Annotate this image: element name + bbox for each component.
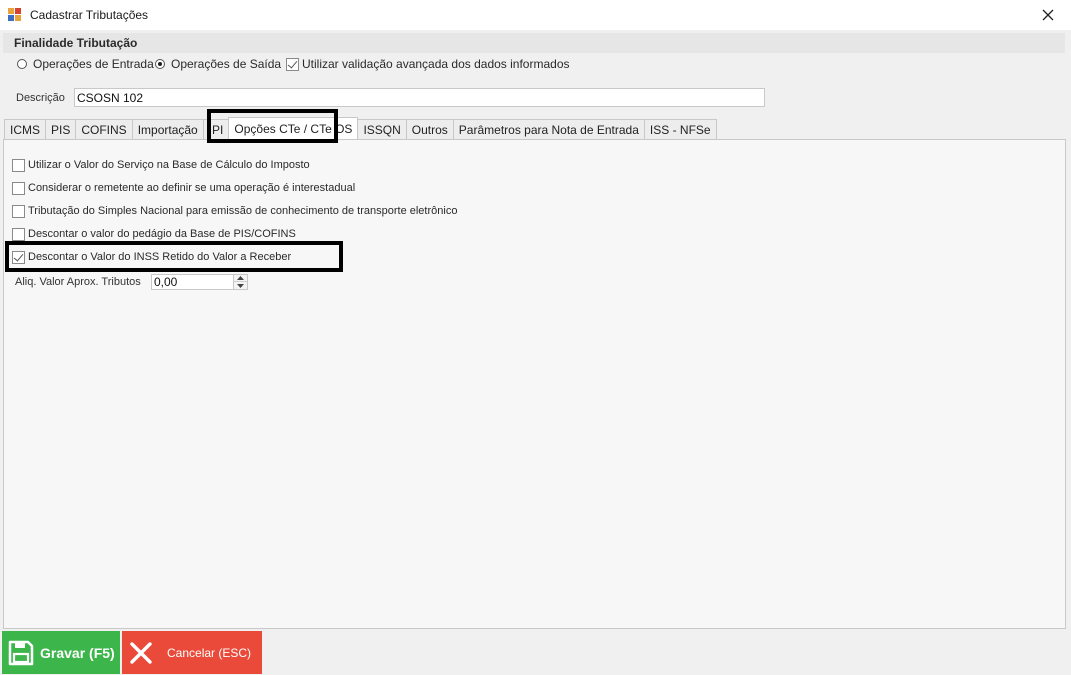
label-pedagio-pis-cofins: Descontar o valor do pedágio da Base de … (28, 228, 296, 240)
option-remetente-interestadual[interactable]: Considerar o remetente ao definir se uma… (12, 180, 355, 196)
radio-button-saida[interactable] (155, 59, 165, 69)
tab-iss-nfse[interactable]: ISS - NFSe (643, 119, 717, 139)
label-inss-retido: Descontar o Valor do INSS Retido do Valo… (28, 251, 292, 263)
descricao-input[interactable] (74, 88, 765, 107)
tab-pis[interactable]: PIS (45, 119, 77, 139)
x-icon (130, 641, 152, 664)
checkbox-inss-retido[interactable] (12, 250, 25, 264)
window-title: Cadastrar Tributações (30, 8, 149, 22)
checkbox-remetente-interestadual[interactable] (12, 181, 25, 195)
aliq-stepper (151, 274, 248, 290)
radio-operacoes-entrada[interactable]: Operações de Entrada (17, 57, 154, 71)
radio-label-entrada: Operações de Entrada (33, 57, 154, 71)
tab-opcoes-cte[interactable]: Opções CTe / CTe OS (228, 117, 359, 139)
arrow-up-icon (237, 276, 244, 280)
validacao-avancada-checkbox[interactable] (286, 57, 299, 71)
app-form-icon (8, 8, 22, 22)
cancel-button-label: Cancelar (ESC) (167, 645, 252, 660)
save-button-label: Gravar (F5) (40, 644, 115, 661)
tab-icms[interactable]: ICMS (4, 119, 46, 139)
option-inss-retido[interactable]: Descontar o Valor do INSS Retido do Valo… (12, 249, 291, 265)
label-valor-servico: Utilizar o Valor do Serviço na Base de C… (28, 159, 310, 171)
close-icon (1042, 9, 1054, 21)
aliq-input[interactable] (154, 275, 234, 289)
checkbox-simples-nacional[interactable] (12, 204, 25, 218)
option-pedagio-pis-cofins[interactable]: Descontar o valor do pedágio da Base de … (12, 226, 296, 242)
radio-operacoes-saida[interactable]: Operações de Saída (155, 57, 281, 71)
tab-issqn[interactable]: ISSQN (357, 119, 407, 139)
finalidade-title: Finalidade Tributação (14, 36, 138, 50)
save-button[interactable]: Gravar (F5) (2, 631, 120, 674)
tab-ipi[interactable]: IPI (202, 119, 230, 139)
tab-outros[interactable]: Outros (405, 119, 454, 139)
finalidade-header: Finalidade Tributação (3, 33, 1065, 53)
aliq-spinner (233, 275, 247, 289)
descricao-label: Descrição (16, 92, 65, 104)
option-simples-nacional[interactable]: Tributação do Simples Nacional para emis… (12, 203, 457, 219)
radio-button-entrada[interactable] (17, 59, 27, 69)
validacao-avancada-label: Utilizar validação avançada dos dados in… (302, 57, 570, 71)
validacao-avancada-option[interactable]: Utilizar validação avançada dos dados in… (286, 57, 570, 71)
tab-strip: ICMS PIS COFINS Importação IPI Opções CT… (4, 117, 717, 139)
checkbox-pedagio-pis-cofins[interactable] (12, 227, 25, 241)
tab-parametros-nota-entrada[interactable]: Parâmetros para Nota de Entrada (452, 119, 645, 139)
tab-cofins[interactable]: COFINS (75, 119, 133, 139)
radio-label-saida: Operações de Saída (171, 57, 282, 71)
close-button[interactable] (1025, 0, 1071, 30)
option-valor-servico[interactable]: Utilizar o Valor do Serviço na Base de C… (12, 157, 310, 173)
aliq-label: Aliq. Valor Aprox. Tributos (15, 276, 141, 288)
floppy-disk-icon (8, 640, 34, 665)
arrow-down-icon (237, 283, 244, 288)
spin-down-button[interactable] (234, 282, 247, 289)
checkbox-valor-servico[interactable] (12, 158, 25, 172)
label-simples-nacional: Tributação do Simples Nacional para emis… (28, 205, 458, 217)
tab-importacao[interactable]: Importação (131, 119, 204, 139)
cancel-button[interactable]: Cancelar (ESC) (122, 631, 262, 674)
title-bar: Cadastrar Tributações (0, 0, 1071, 30)
label-remetente-interestadual: Considerar o remetente ao definir se uma… (28, 182, 356, 194)
spin-up-button[interactable] (234, 275, 247, 282)
